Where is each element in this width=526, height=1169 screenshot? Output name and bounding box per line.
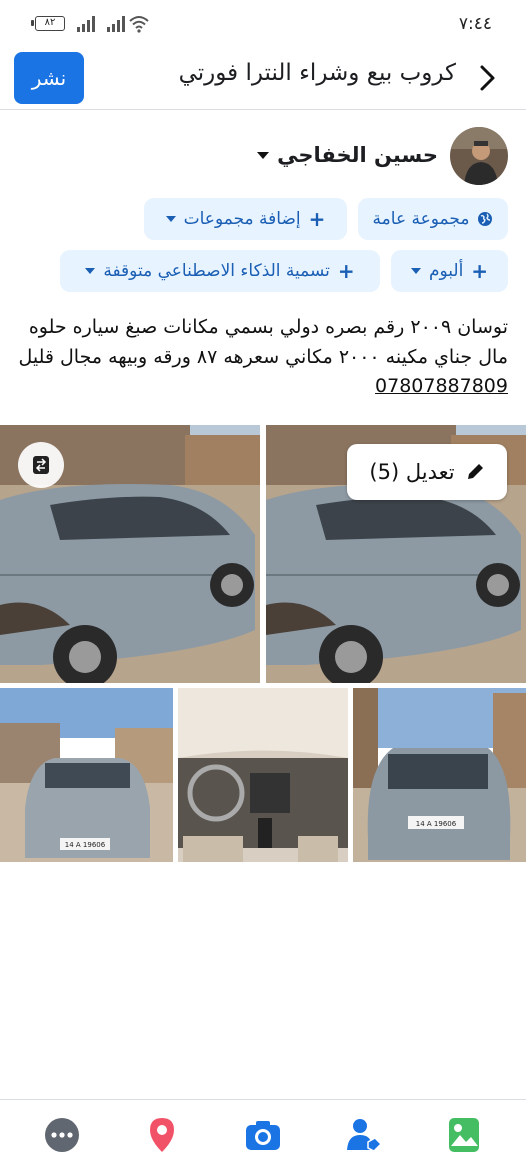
plus-icon: + <box>308 207 326 231</box>
caret-down-icon <box>257 151 270 159</box>
swap-icon <box>33 456 49 474</box>
phone-link[interactable]: 07807887809 <box>375 375 508 397</box>
license-plate-1: 14 A 19606 <box>65 841 106 849</box>
bottom-bar <box>0 1099 526 1169</box>
group-title: كروب بيع وشراء النترا فورتي <box>178 60 456 86</box>
post-button[interactable]: نشر <box>14 52 84 104</box>
header: نشر كروب بيع وشراء النترا فورتي <box>0 46 526 110</box>
photo-icon[interactable] <box>445 1116 483 1154</box>
pencil-icon <box>467 464 483 479</box>
back-arrow-icon[interactable] <box>476 64 500 92</box>
add-groups-chip[interactable]: + إضافة مجموعات <box>144 198 347 240</box>
tag-people-icon[interactable] <box>345 1116 383 1154</box>
plus-icon-3: + <box>337 259 355 283</box>
author-name: حسين الخفاجي <box>277 143 438 167</box>
plus-icon-2: + <box>471 259 489 283</box>
location-icon[interactable] <box>143 1116 181 1154</box>
edit-photos-button[interactable]: تعديل (5) <box>347 444 507 500</box>
signal-icon <box>77 16 95 32</box>
ai-label-chip[interactable]: + تسمية الذكاء الاصطناعي متوقفة <box>60 250 380 292</box>
chevron-down-icon-2 <box>410 268 421 274</box>
chevron-down-icon <box>165 216 176 222</box>
signal-icon-2 <box>107 16 125 32</box>
avatar[interactable] <box>450 127 508 185</box>
status-time: ٧:٤٤ <box>458 14 492 34</box>
swap-photos-button[interactable] <box>18 442 64 488</box>
edit-photos-label: تعديل (5) <box>369 460 455 484</box>
photo-5[interactable]: 14 A 19606 <box>353 688 526 862</box>
public-group-chip[interactable]: مجموعة عامة <box>358 198 508 240</box>
camera-icon[interactable] <box>244 1116 282 1154</box>
battery-level: ٨٢ <box>44 17 56 28</box>
chevron-down-icon-3 <box>85 268 96 274</box>
album-chip[interactable]: + ألبوم <box>391 250 508 292</box>
add-groups-label: إضافة مجموعات <box>183 209 301 229</box>
more-icon[interactable] <box>43 1116 81 1154</box>
wifi-icon <box>129 16 149 33</box>
license-plate-2: 14 A 19606 <box>416 820 457 828</box>
album-label: ألبوم <box>428 261 464 281</box>
public-group-label: مجموعة عامة <box>372 209 470 229</box>
photo-4[interactable] <box>178 688 348 862</box>
ai-label-text: تسمية الذكاء الاصطناعي متوقفة <box>103 261 330 281</box>
post-text[interactable]: توسان ٢٠٠٩ رقم بصره دولي بسمي مكانات صبغ… <box>18 313 508 402</box>
status-bar: ٨٢ ٧:٤٤ <box>0 0 526 46</box>
photo-3[interactable]: 14 A 19606 <box>0 688 173 862</box>
globe-icon <box>478 212 493 226</box>
post-body: توسان ٢٠٠٩ رقم بصره دولي بسمي مكانات صبغ… <box>18 316 508 368</box>
author-row[interactable]: حسين الخفاجي <box>257 143 438 167</box>
battery-icon: ٨٢ <box>31 16 65 31</box>
